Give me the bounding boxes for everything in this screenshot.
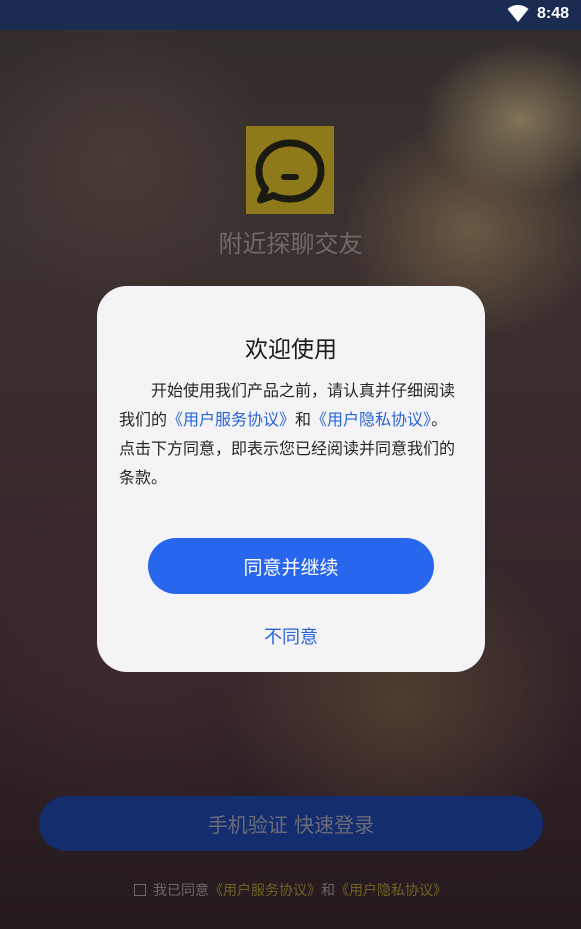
phone-login-button[interactable]: 手机验证 快速登录 bbox=[39, 796, 543, 851]
dialog-service-agreement-link[interactable]: 《用户服务协议》 bbox=[167, 410, 295, 429]
dialog-title: 欢迎使用 bbox=[245, 337, 337, 363]
app-logo bbox=[246, 126, 334, 214]
agree-button[interactable]: 同意并继续 bbox=[148, 538, 434, 594]
app-name: 附近探聊交友 bbox=[218, 230, 363, 258]
dialog-text-and: 和 bbox=[295, 410, 312, 429]
disagree-button[interactable]: 不同意 bbox=[97, 623, 485, 649]
agreement-prefix: 我已同意 bbox=[153, 883, 209, 899]
wifi-icon bbox=[507, 5, 529, 22]
agreement-checkbox[interactable] bbox=[134, 884, 146, 896]
status-bar: 8:48 bbox=[0, 0, 581, 30]
welcome-dialog: 欢迎使用 开始使用我们产品之前，请认真并仔细阅读我们的《用户服务协议》和《用户隐… bbox=[97, 286, 485, 672]
service-agreement-link[interactable]: 《用户服务协议》 bbox=[209, 880, 321, 900]
dialog-privacy-agreement-link[interactable]: 《用户隐私协议》 bbox=[311, 410, 431, 429]
agreement-and: 和 bbox=[321, 883, 335, 899]
chat-bubble-icon bbox=[255, 139, 325, 204]
dialog-body: 开始使用我们产品之前，请认真并仔细阅读我们的《用户服务协议》和《用户隐私协议》。… bbox=[119, 376, 463, 492]
agreement-row: 我已同意 《用户服务协议》 和 《用户隐私协议》 bbox=[0, 880, 581, 900]
privacy-agreement-link[interactable]: 《用户隐私协议》 bbox=[335, 880, 447, 900]
status-time: 8:48 bbox=[536, 5, 569, 22]
screen: 附近探聊交友 手机验证 快速登录 我已同意 《用户服务协议》 和 《用户隐私协议… bbox=[0, 0, 581, 929]
